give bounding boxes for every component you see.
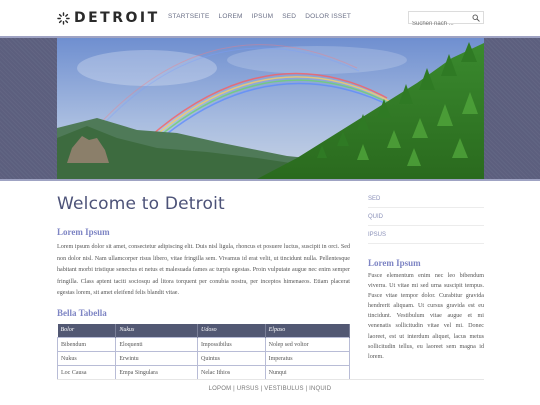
table-cell: Nunqui (264, 365, 351, 380)
table-header-cell: Bolor (57, 323, 117, 338)
table-cell: Eloquenti (115, 337, 198, 352)
table-cell: Nelac Ithios (197, 365, 266, 380)
sidebar-paragraph: Fusce elementum enim nec leo bibendum vi… (368, 273, 484, 360)
search-box (408, 11, 484, 30)
search-input[interactable] (409, 18, 467, 30)
main-nav: STARTSEITE LOREM IPSUM SED DOLOR ISSET (168, 12, 360, 22)
main-content: Welcome to Detroit Lorem Ipsum Lorem ips… (56, 190, 351, 380)
sidebar-link-quid[interactable]: QUID (368, 208, 484, 226)
nav-item-ipsum[interactable]: IPSUM (252, 12, 274, 22)
table-row: Nukus Erwintu Quintus Imperatus (56, 351, 351, 366)
sidebar-title: Lorem Ipsum (368, 258, 421, 268)
intro-paragraph: Lorem ipsum dolor sit amet, consectetur … (57, 244, 350, 296)
table-cell: Bibendum (56, 337, 117, 352)
section-title-bella-tabella: Bella Tabella (57, 307, 107, 318)
section-title-lorem-ipsum: Lorem Ipsum (57, 227, 110, 237)
sidebar-link-sed[interactable]: SED (368, 190, 484, 208)
nav-item-lorem[interactable]: LOREM (219, 12, 243, 22)
table-row: Loc Causa Empa Singulara Nelac Ithios Nu… (56, 365, 351, 380)
table-header-row: Bolor Nukus Udoso Elpaso (57, 323, 351, 338)
table-cell: Nukus (56, 351, 117, 366)
table-cell: Loc Causa (56, 365, 117, 380)
sidebar: SED QUID IPSUS Lorem Ipsum Fusce element… (368, 190, 484, 362)
table-cell: Imperatus (264, 351, 351, 366)
table-header-cell: Nukus (115, 323, 198, 338)
hero-band (0, 36, 540, 181)
sidebar-link-ipsus[interactable]: IPSUS (368, 226, 484, 244)
nav-item-startseite[interactable]: STARTSEITE (168, 12, 210, 22)
table-header-cell: Elpaso (265, 323, 351, 338)
footer-links[interactable]: LOPOM | URSUS | VESTIBULUS | INQUID (0, 386, 540, 392)
table-header-cell: Udoso (197, 323, 266, 338)
footer-divider (57, 379, 484, 380)
logo[interactable]: DETROIT (57, 9, 160, 27)
site-header: DETROIT STARTSEITE LOREM IPSUM SED DOLOR… (0, 0, 540, 36)
nav-item-sed[interactable]: SED (282, 12, 296, 22)
table-cell: Empa Singulara (115, 365, 198, 380)
search-icon[interactable] (472, 14, 480, 22)
sun-logo-icon (57, 11, 70, 25)
page-title: Welcome to Detroit (57, 194, 225, 214)
hero-bottom-border (0, 179, 540, 181)
table-row: Bibendum Eloquenti Impossibilus Nolep se… (56, 337, 351, 352)
table-cell: Erwintu (115, 351, 198, 366)
table-cell: Nolep sed voltor (264, 337, 351, 352)
table-cell: Quintus (197, 351, 266, 366)
logo-text: DETROIT (74, 10, 160, 26)
table-cell: Impossibilus (197, 337, 266, 352)
nav-item-dolor-isset[interactable]: DOLOR ISSET (305, 12, 351, 22)
hero-image-rainbow-forest (57, 38, 484, 179)
data-table: Bolor Nukus Udoso Elpaso Bibendum Eloque… (56, 323, 351, 380)
